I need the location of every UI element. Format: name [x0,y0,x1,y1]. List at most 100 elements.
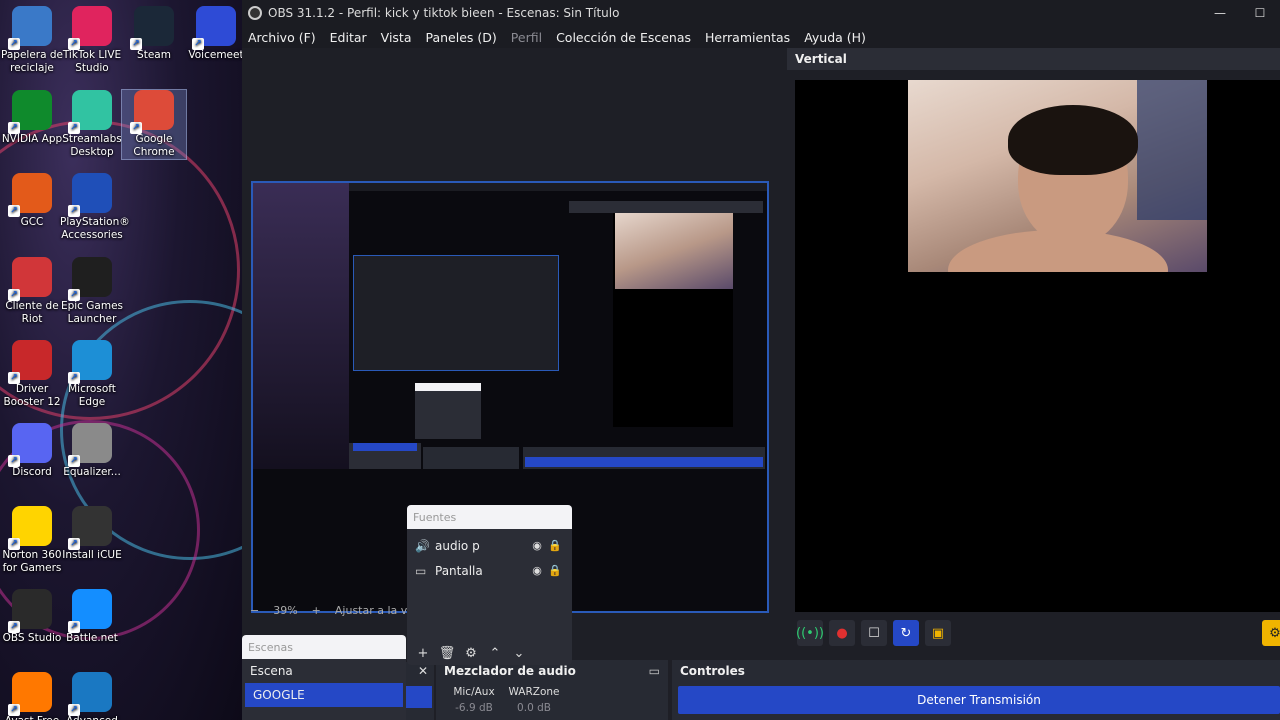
shortcut-arrow-icon: ↗ [8,621,20,633]
stream-status-icon[interactable]: ((•)) [796,620,824,646]
mixer-channel-db: -6.9 dB [455,702,493,714]
zoom-out-button[interactable]: − [250,604,259,617]
shortcut-arrow-icon: ↗ [68,372,80,384]
desktop-icon[interactable]: ↗ Streamlabs Desktop [60,90,124,159]
shortcut-arrow-icon: ↗ [8,538,20,550]
desktop-icon-label: Norton 360 for Gamers [2,549,62,574]
gcc-icon: ↗ [8,173,52,217]
vertical-canvas[interactable] [795,80,1280,612]
nested-webcam [615,213,733,289]
menu-editar[interactable]: Editar [330,30,367,45]
source-item[interactable]: ▭ Pantalla ◉ 🔒 [407,558,572,583]
menu-ayuda[interactable]: Ayuda (H) [804,30,866,45]
stop-stream-button[interactable]: Detener Transmisión [678,686,1280,714]
shortcut-arrow-icon: ↗ [68,38,80,50]
zoom-in-button[interactable]: + [312,604,321,617]
add-source-icon[interactable]: + [411,646,435,661]
settings-gear-icon[interactable]: ⚙ [1262,620,1280,646]
recycle-bin-icon: ↗ [8,6,52,50]
desktop-icon-label: Cliente de Riot [5,300,59,325]
undock-icon[interactable]: ▭ [649,664,660,678]
desktop-icon-label: Driver Booster 12 [3,383,61,408]
desktop-icon[interactable]: ↗Avast Free [0,672,64,720]
menu-herramientas[interactable]: Herramientas [705,30,790,45]
epic-icon: ↗ [68,257,112,301]
desktop-icon[interactable]: ↗ Papelera de reciclaje [0,6,64,75]
desktop-icon[interactable]: ↗ NVIDIA App [0,90,64,146]
chevron-up-icon[interactable]: ⌃ [483,646,507,661]
screen-share-icon[interactable]: ▣ [925,620,951,646]
menu-coleccion[interactable]: Colección de Escenas [556,30,691,45]
desktop-icon[interactable]: ↗Advanced [60,672,124,720]
lock-icon[interactable]: 🔒 [546,564,564,577]
streamlabs-icon: ↗ [68,90,112,134]
speaker-icon: 🔊 [415,538,430,553]
chevron-down-icon[interactable]: ⌄ [507,646,531,661]
eye-icon[interactable]: ◉ [528,564,546,577]
title-bar: OBS 31.1.2 - Perfil: kick y tiktok bieen… [242,0,1280,26]
icue-icon: ↗ [68,506,112,550]
desktop-icon[interactable]: ↗ TikTok LIVE Studio [60,6,124,75]
minimize-button[interactable]: — [1200,6,1240,20]
source-label: Pantalla [435,563,483,578]
scene-item-active[interactable]: GOOGLE [245,683,403,707]
desktop-icon[interactable]: ↗ Voicemeet [184,6,242,62]
scene-item[interactable]: Escena [242,659,406,683]
trash-icon[interactable]: 🗑 [435,646,459,661]
desktop-icon-label: Equalizer... [63,466,121,478]
nested-mixer [423,447,519,469]
menu-archivo[interactable]: Archivo (F) [248,30,316,45]
nested-active-scene [353,443,417,451]
tiktok-icon: ↗ [68,6,112,50]
desktop-icon[interactable]: ↗ Microsoft Edge [60,340,124,409]
source-label: audio p [435,538,480,553]
record-icon[interactable]: ● [829,620,855,646]
menu-paneles[interactable]: Paneles (D) [426,30,497,45]
riot-icon: ↗ [8,257,52,301]
desktop-icon-label: PlayStation® Accessories [60,216,130,241]
desktop-icon[interactable]: ↗ GCC [0,173,64,229]
menu-vista[interactable]: Vista [381,30,412,45]
stop-square-icon[interactable]: ☐ [861,620,887,646]
driver-booster-icon: ↗ [8,340,52,384]
vertical-dock: Vertical ((•)) ● ☐ ↻ ▣ ⚙ [787,48,1280,658]
refresh-icon[interactable]: ↻ [893,620,919,646]
desktop-icon[interactable]: ↗ Norton 360 for Gamers [0,506,64,575]
shortcut-arrow-icon: ↗ [8,38,20,50]
desktop-icon[interactable]: ↗ Equalizer... [60,423,124,479]
sources-toolbar: + 🗑 ⚙ ⌃ ⌄ [407,646,572,661]
desktop-icon[interactable]: ↗ Cliente de Riot [0,257,64,326]
desktop-icon[interactable]: ↗ Discord [0,423,64,479]
shortcut-arrow-icon: ↗ [68,538,80,550]
desktop-icon-label: NVIDIA App [1,133,63,145]
shortcut-arrow-icon: ↗ [68,455,80,467]
nested-desktop [253,183,349,469]
dock-strip: ✕ [404,662,434,720]
menu-perfil[interactable]: Perfil [511,30,542,45]
desktop-icon[interactable]: ↗ Install iCUE [60,506,124,562]
lock-icon[interactable]: 🔒 [546,539,564,552]
equalizer-icon: ↗ [68,423,112,467]
monitor-icon: ▭ [415,563,427,578]
discord-icon: ↗ [8,423,52,467]
shortcut-arrow-icon: ↗ [130,122,142,134]
eye-icon[interactable]: ◉ [528,539,546,552]
mixer-channel-name: WARZone [508,686,560,698]
desktop-icon[interactable]: ↗ Driver Booster 12 [0,340,64,409]
sources-title: Fuentes [407,505,572,529]
selected-strip [404,686,432,708]
desktop-icon-label: TikTok LIVE Studio [62,49,122,74]
close-icon[interactable]: ✕ [418,664,428,678]
desktop-icon[interactable]: ↗ OBS Studio [0,589,64,645]
desktop-icon[interactable]: ↗ Epic Games Launcher [60,257,124,326]
sources-panel: Fuentes 🔊 audio p ◉ 🔒 ▭ Pantalla ◉ 🔒 + 🗑… [407,505,572,665]
gear-icon[interactable]: ⚙ [459,646,483,661]
desktop-icon[interactable]: ↗ Steam [122,6,186,62]
shortcut-arrow-icon: ↗ [8,289,20,301]
maximize-button[interactable]: ☐ [1240,6,1280,20]
desktop-icon[interactable]: ↗ Google Chrome [121,89,187,160]
desktop-icon[interactable]: ↗ PlayStation® Accessories [60,173,130,242]
source-item[interactable]: 🔊 audio p ◉ 🔒 [407,533,572,558]
desktop-icon[interactable]: ↗ Battle.net [60,589,124,645]
audio-mixer-dock: Mezclador de audio ▭ Mic/Aux WARZone -6.… [436,660,668,720]
